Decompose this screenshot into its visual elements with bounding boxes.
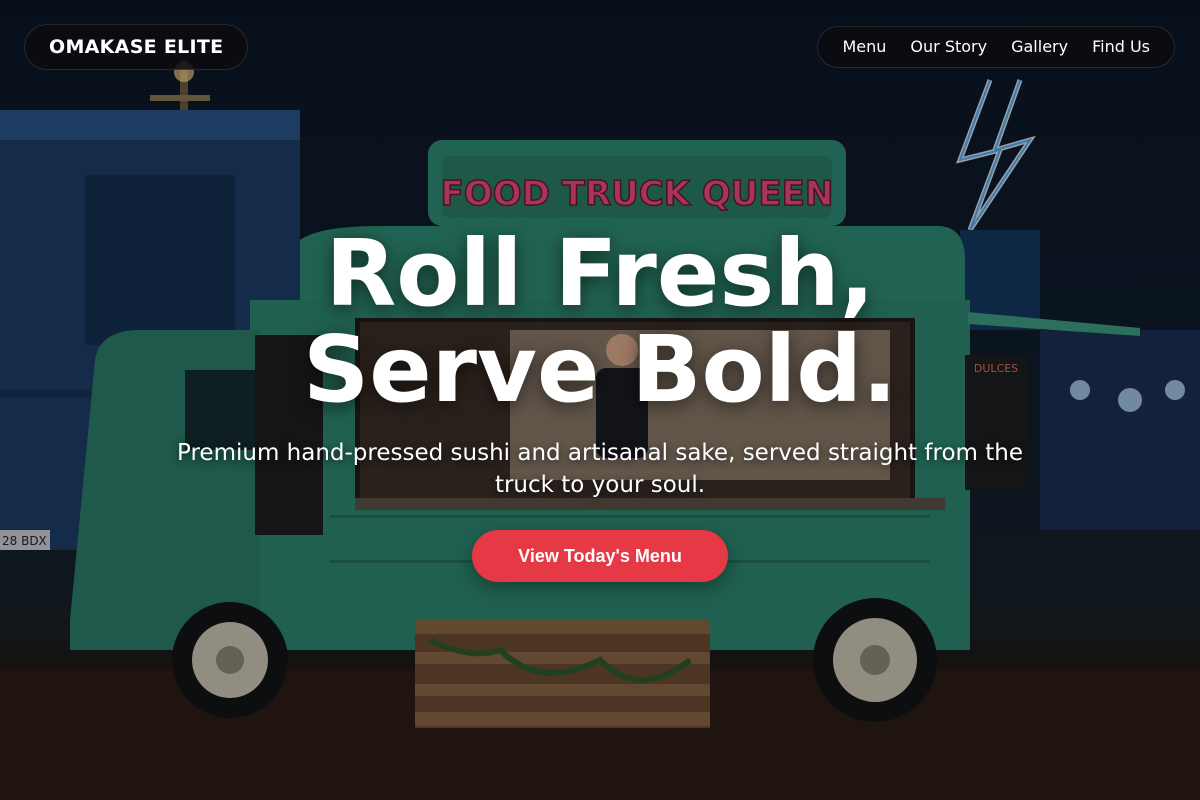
main-nav: Menu Our Story Gallery Find Us (817, 26, 1175, 68)
hero-subtitle: Premium hand-pressed sushi and artisanal… (177, 440, 1023, 498)
view-menu-button[interactable]: View Today's Menu (472, 530, 728, 582)
nav-item-menu[interactable]: Menu (830, 26, 898, 68)
hero-headline: Roll Fresh, Serve Bold. (0, 226, 1200, 418)
headline-line-1: Roll Fresh, (325, 220, 875, 327)
nav-item-find-us[interactable]: Find Us (1080, 26, 1162, 68)
hero-section: 28 BDX FOOD TRUCK QUEEN DULCES OMAKASE E… (0, 0, 1200, 800)
brand-logo[interactable]: OMAKASE ELITE (24, 24, 249, 70)
nav-item-gallery[interactable]: Gallery (999, 26, 1080, 68)
brand-name: OMAKASE ELITE (49, 36, 224, 58)
nav-item-our-story[interactable]: Our Story (898, 26, 999, 68)
headline-line-2: Serve Bold. (302, 316, 898, 423)
